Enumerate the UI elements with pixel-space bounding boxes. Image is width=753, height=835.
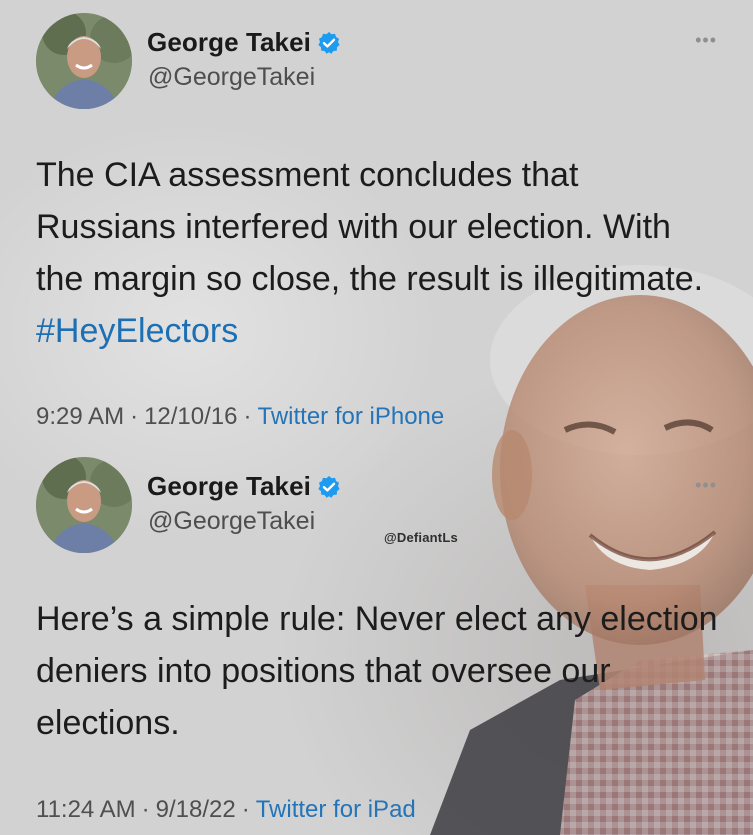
meta-separator: ·	[241, 796, 250, 823]
more-options-icon[interactable]: •••	[695, 475, 717, 496]
tweet-meta: 11:24 AM · 9/18/22 · Twitter for iPad	[36, 796, 416, 824]
author-name[interactable]: George Takei	[147, 471, 311, 502]
author-handle[interactable]: @GeorgeTakei	[148, 507, 315, 536]
author-handle[interactable]: @GeorgeTakei	[148, 63, 315, 92]
tweet-date[interactable]: 12/10/16	[144, 403, 237, 430]
tweet-text: The CIA assessment concludes that Russia…	[36, 149, 726, 357]
meta-separator: ·	[130, 403, 139, 430]
avatar[interactable]	[36, 457, 132, 553]
tweet-meta: 9:29 AM · 12/10/16 · Twitter for iPhone	[36, 403, 444, 431]
meta-separator: ·	[243, 403, 252, 430]
verified-badge-icon	[318, 31, 340, 54]
avatar-image	[36, 457, 132, 553]
verified-badge-icon	[318, 475, 340, 498]
tweet-text-main: Here’s a simple rule: Never elect any el…	[36, 600, 718, 742]
tweet-date[interactable]: 9/18/22	[156, 796, 236, 823]
tweet-source-link[interactable]: Twitter for iPad	[256, 796, 416, 823]
hashtag-link[interactable]: #HeyElectors	[36, 312, 238, 350]
avatar-image	[36, 13, 132, 109]
author-name-row: George Takei	[147, 471, 341, 502]
author-name-row: George Takei	[147, 27, 341, 58]
tweet-time[interactable]: 11:24 AM	[36, 796, 136, 823]
meta-separator: ·	[141, 796, 150, 823]
avatar[interactable]	[36, 13, 132, 109]
tweet-time[interactable]: 9:29 AM	[36, 403, 124, 430]
tweet-text-main: The CIA assessment concludes that Russia…	[36, 156, 704, 298]
tweet-source-link[interactable]: Twitter for iPhone	[257, 403, 444, 430]
author-name[interactable]: George Takei	[147, 27, 311, 58]
tweet-text: Here’s a simple rule: Never elect any el…	[36, 593, 726, 749]
more-options-icon[interactable]: •••	[695, 30, 717, 51]
watermark: @DefiantLs	[384, 530, 458, 545]
